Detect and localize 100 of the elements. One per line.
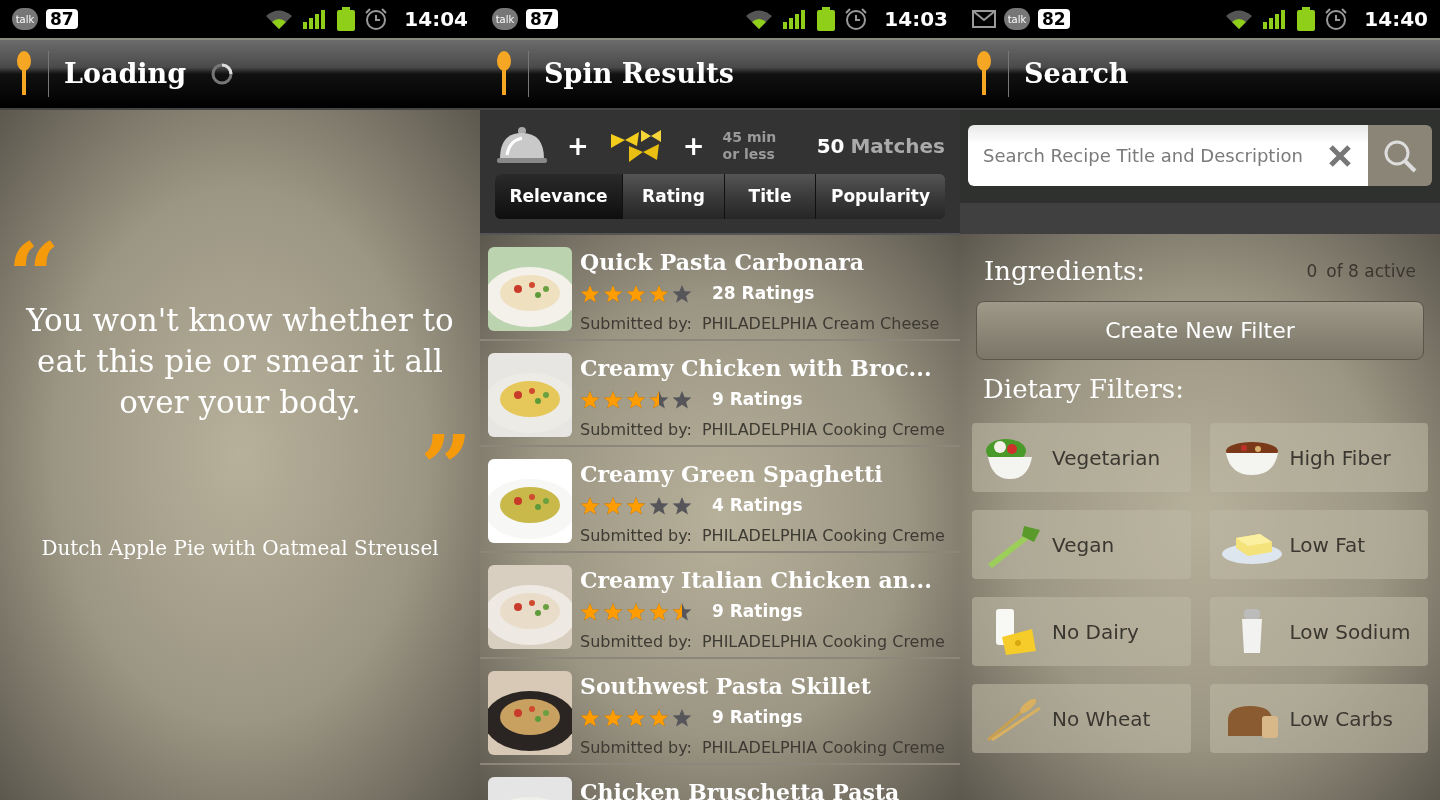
recipe-title: Chicken Bruschetta Pasta <box>580 778 900 800</box>
unread-count-badge: 87 <box>526 9 558 29</box>
star-icon <box>672 707 692 728</box>
battery-icon <box>816 7 837 31</box>
quote-text: You won't know whether to eat this pie or smear it all over your body. <box>25 301 455 422</box>
close-quote-mark: ” <box>420 423 472 513</box>
match-count: 50 <box>816 133 845 160</box>
active-count-label: of 8 active <box>1326 259 1416 283</box>
unread-count-badge: 82 <box>1038 9 1070 29</box>
recipe-title: Creamy Chicken with Broc... <box>580 354 933 383</box>
star-icon <box>580 283 600 304</box>
submitted-by-label: Submitted by: <box>580 524 692 547</box>
plus-sign: + <box>567 129 589 163</box>
submitter-name: PHILADELPHIA Cooking Creme <box>701 630 945 653</box>
dietary-filter-button[interactable]: No Dairy <box>972 597 1191 666</box>
recipe-row[interactable]: Creamy Green Spaghetti 4 Ratings Submitted by: PHILADELPHIA Cooking Creme <box>480 447 960 553</box>
dietary-filter-button[interactable]: Low Carbs <box>1209 684 1428 753</box>
star-icon <box>603 601 623 622</box>
sort-tab[interactable]: Relevance <box>495 174 623 219</box>
alarm-clock-icon <box>364 7 389 31</box>
wifi-icon <box>1224 8 1255 30</box>
dietary-filter-button[interactable]: Low Fat <box>1209 510 1428 579</box>
unread-count-badge: 87 <box>46 9 78 29</box>
recipe-title: Creamy Green Spaghetti <box>580 460 884 489</box>
spoon-icon <box>496 51 512 97</box>
dietary-filter-button[interactable]: Low Sodium <box>1209 597 1428 666</box>
submitted-by-label: Submitted by: <box>580 736 692 759</box>
star-icon <box>626 707 646 728</box>
ratings-count: 9 Ratings <box>712 706 803 729</box>
recipe-name: Dutch Apple Pie with Oatmeal Streusel <box>40 535 440 562</box>
star-icon <box>580 601 600 622</box>
clear-icon[interactable] <box>1328 143 1352 168</box>
spoon-icon <box>16 51 32 97</box>
search-icon <box>1383 138 1417 173</box>
create-filter-button[interactable]: Create New Filter <box>976 301 1424 360</box>
spoon-icon <box>976 51 992 97</box>
star-icon <box>603 283 623 304</box>
star-icon <box>626 601 646 622</box>
sort-tab[interactable]: Title <box>725 174 816 219</box>
ratings-count: 28 Ratings <box>712 282 815 305</box>
dietary-filter-button[interactable]: No Wheat <box>972 684 1191 753</box>
ratings-count: 9 Ratings <box>712 388 803 411</box>
chat-bubble-icon: talk <box>492 8 518 30</box>
star-icon <box>626 389 646 410</box>
star-icon <box>649 495 669 516</box>
star-icon <box>672 283 692 304</box>
star-icon <box>672 495 692 516</box>
matches-label: Matches <box>850 133 945 160</box>
submitter-name: PHILADELPHIA Cooking Creme <box>701 524 945 547</box>
dietary-filter-button[interactable]: High Fiber <box>1209 423 1428 492</box>
sort-tab[interactable]: Popularity <box>816 174 945 219</box>
star-icon <box>603 495 623 516</box>
recipe-row[interactable]: Creamy Chicken with Broc... 9 Ratings Submitted by: PHILADELPHIA Cooking Creme <box>480 341 960 447</box>
star-icon <box>672 601 692 622</box>
dietary-filter-button[interactable]: Vegan <box>972 510 1191 579</box>
battery-icon <box>336 7 357 31</box>
clock-time: 14:03 <box>884 6 948 33</box>
dietary-filter-button[interactable]: Vegetarian <box>972 423 1191 492</box>
clock-time: 14:04 <box>404 6 468 33</box>
ratings-count: 4 Ratings <box>712 494 803 517</box>
chat-bubble-icon: talk <box>12 8 38 30</box>
submitter-name: PHILADELPHIA Cooking Creme <box>701 736 945 759</box>
alarm-clock-icon <box>1324 7 1349 31</box>
star-icon <box>626 283 646 304</box>
battery-icon <box>1296 7 1317 31</box>
wifi-icon <box>264 8 295 30</box>
search-button[interactable] <box>1368 125 1432 186</box>
star-icon <box>580 707 600 728</box>
plus-sign: + <box>682 129 705 163</box>
submitter-name: PHILADELPHIA Cooking Creme <box>701 418 945 441</box>
star-icon <box>649 283 669 304</box>
recipe-title: Quick Pasta Carbonara <box>580 248 865 277</box>
recipe-row[interactable]: Chicken Bruschetta Pasta <box>480 765 960 800</box>
star-icon <box>580 389 600 410</box>
star-icon <box>603 707 623 728</box>
submitted-by-label: Submitted by: <box>580 418 692 441</box>
star-icon <box>649 601 669 622</box>
star-icon <box>603 389 623 410</box>
submitted-by-label: Submitted by: <box>580 630 692 653</box>
star-icon <box>626 495 646 516</box>
recipe-row[interactable]: Quick Pasta Carbonara 28 Ratings Submitted by: PHILADELPHIA Cream Cheese <box>480 235 960 341</box>
active-count: 0 <box>1306 259 1318 283</box>
search-input[interactable]: Search Recipe Title and Description <box>983 142 1328 169</box>
screen-title: Spin Results <box>544 56 735 91</box>
star-icon <box>649 389 669 410</box>
ratings-count: 9 Ratings <box>712 600 803 623</box>
screen-title: Search <box>1024 56 1129 91</box>
star-icon <box>580 495 600 516</box>
search-field[interactable]: Search Recipe Title and Description <box>968 125 1368 186</box>
wifi-icon <box>744 8 775 30</box>
star-icon <box>672 389 692 410</box>
time-limit-label: 45 min or less <box>722 129 777 163</box>
star-icon <box>649 707 669 728</box>
sort-tab[interactable]: Rating <box>623 174 725 219</box>
mail-icon <box>972 10 996 28</box>
recipe-row[interactable]: Southwest Pasta Skillet 9 Ratings Submitted by: PHILADELPHIA Cooking Creme <box>480 659 960 765</box>
recipe-row[interactable]: Creamy Italian Chicken an... 9 Ratings Submitted by: PHILADELPHIA Cooking Creme <box>480 553 960 659</box>
clock-time: 14:40 <box>1364 6 1428 33</box>
chat-bubble-icon: talk <box>1004 8 1030 30</box>
submitter-name: PHILADELPHIA Cream Cheese <box>701 312 940 335</box>
